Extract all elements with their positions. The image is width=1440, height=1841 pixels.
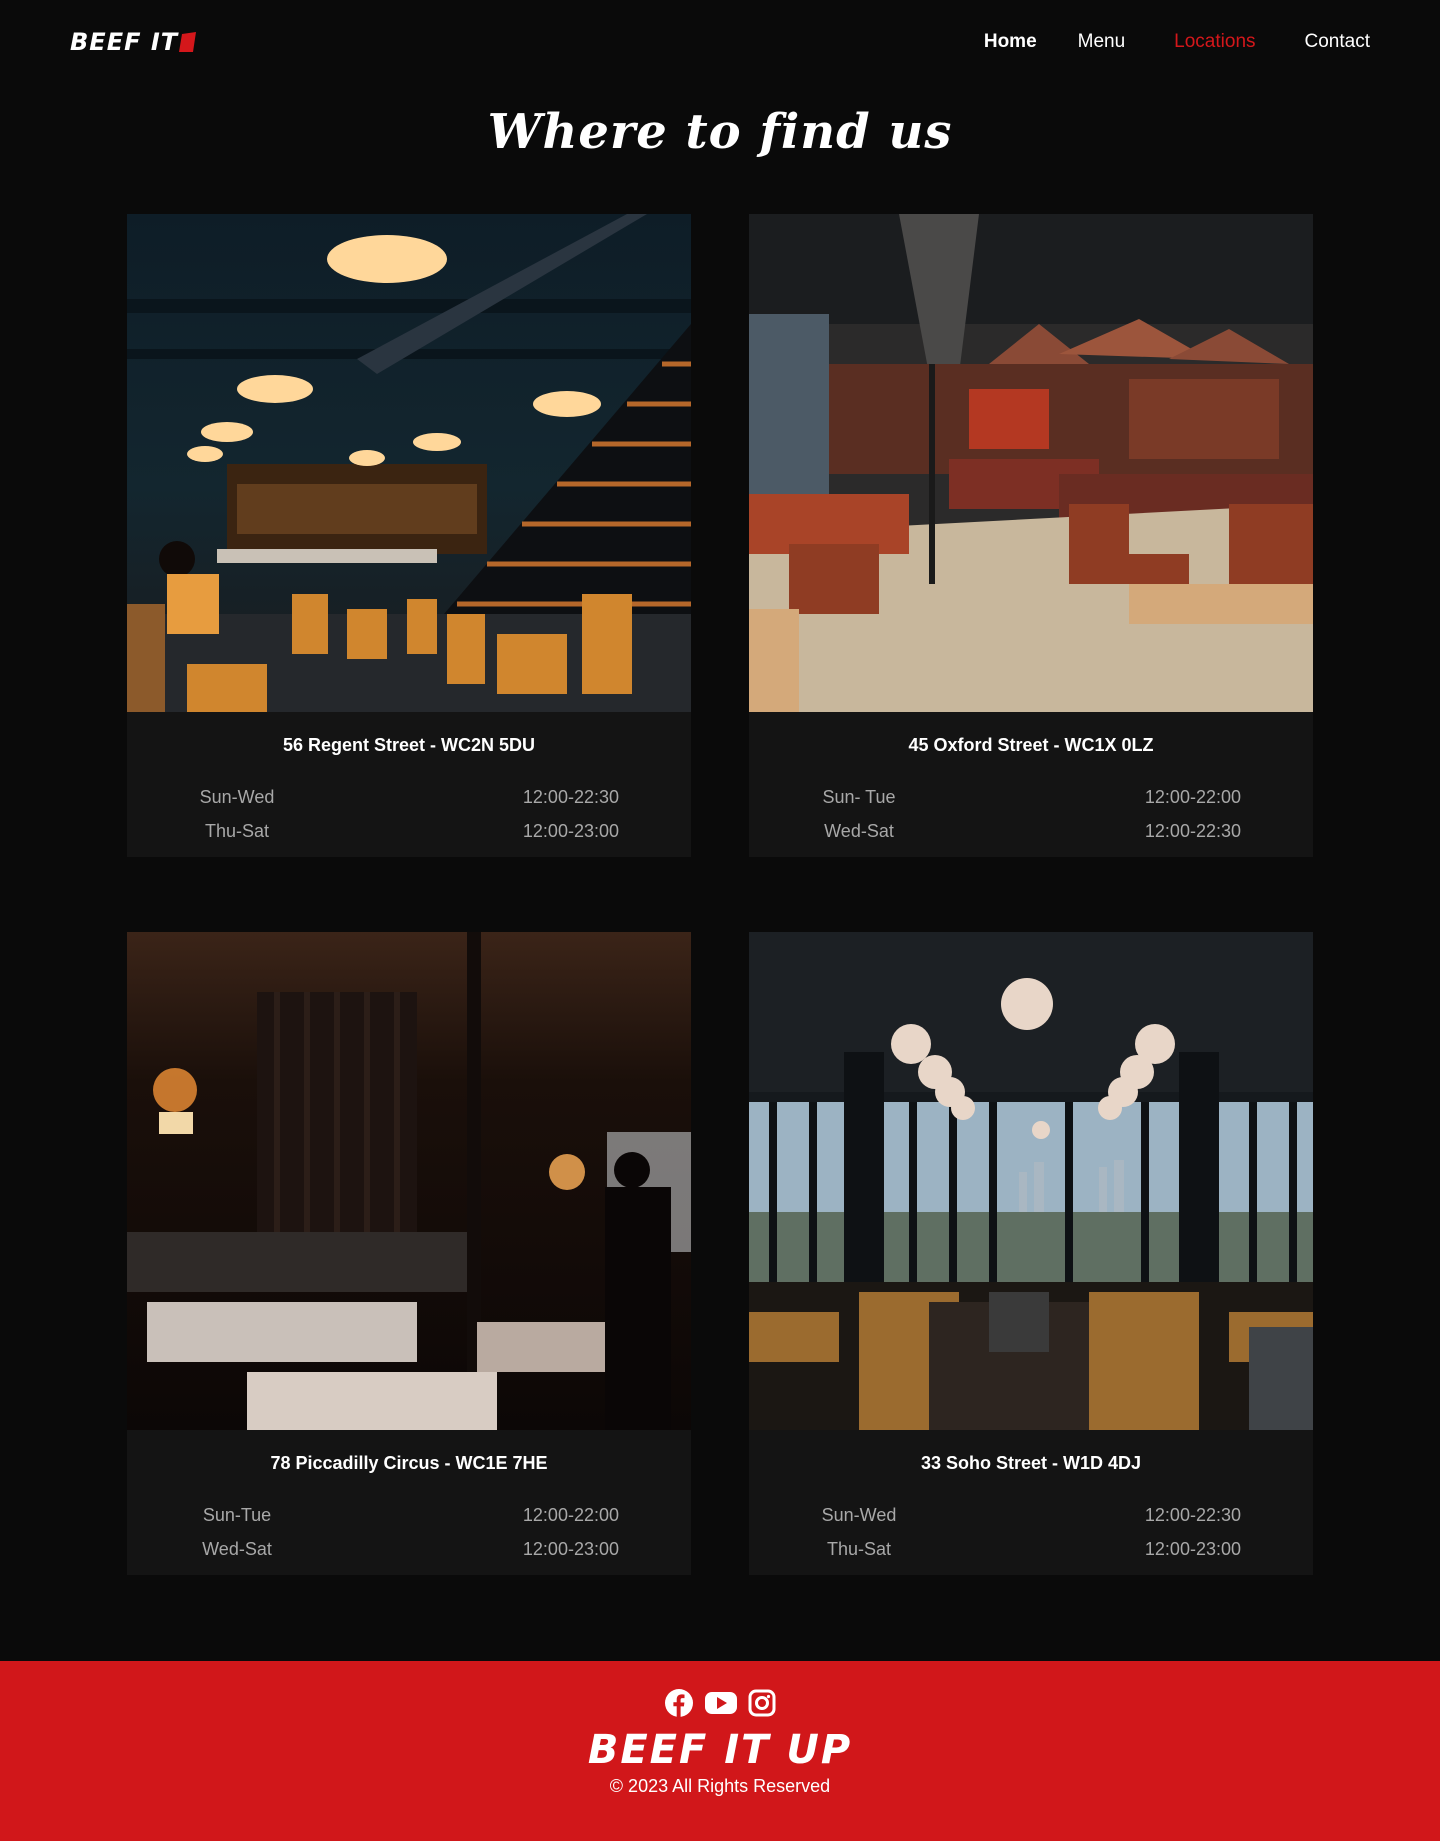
location-photo	[749, 932, 1313, 1430]
hours-time: 12:00-22:30	[1144, 820, 1241, 841]
hours-row: Sun-Wed 12:00-22:30	[749, 1498, 1313, 1532]
hours-time: 12:00-22:00	[1144, 786, 1241, 807]
hours-time: 12:00-23:00	[522, 1538, 619, 1559]
facebook-icon[interactable]	[664, 1688, 694, 1718]
hours-days: Sun-Wed	[821, 1504, 897, 1525]
hours-days: Thu-Sat	[826, 1538, 892, 1559]
logo-flag-icon	[179, 31, 199, 53]
hours-row: Sun- Tue 12:00-22:00	[749, 780, 1313, 814]
hours-row: Sun-Wed 12:00-22:30	[127, 780, 691, 814]
hours-days: Sun-Wed	[199, 786, 275, 807]
hours-time: 12:00-22:30	[1144, 1504, 1241, 1525]
hours-days: Wed-Sat	[202, 1538, 272, 1559]
location-photo	[749, 214, 1313, 712]
opening-hours: Sun-Wed 12:00-22:30 Thu-Sat 12:00-23:00	[127, 780, 691, 848]
opening-hours: Sun-Tue 12:00-22:00 Wed-Sat 12:00-23:00	[127, 1498, 691, 1566]
location-address: 56 Regent Street - WC2N 5DU	[282, 735, 536, 755]
opening-hours: Sun- Tue 12:00-22:00 Wed-Sat 12:00-22:30	[749, 780, 1313, 848]
location-card: 45 Oxford Street - WC1X 0LZ Sun- Tue 12:…	[749, 214, 1313, 857]
hours-time: 12:00-22:30	[522, 786, 619, 807]
location-card: 33 Soho Street - W1D 4DJ Sun-Wed 12:00-2…	[749, 932, 1313, 1575]
nav-link-contact[interactable]: Contact	[1305, 31, 1370, 53]
page-title: Where to find us	[487, 104, 953, 160]
location-address: 78 Piccadilly Circus - WC1E 7HE	[270, 1453, 548, 1473]
hours-days: Sun- Tue	[822, 786, 896, 807]
hours-days: Thu-Sat	[204, 820, 270, 841]
site-footer: BEEF IT UP © 2023 All Rights Reserved	[0, 1661, 1440, 1841]
nav-link-home[interactable]: Home	[984, 31, 1037, 53]
hours-days: Sun-Tue	[202, 1504, 272, 1525]
footer-brand: BEEF IT UP	[587, 1727, 853, 1773]
hours-row: Thu-Sat 12:00-23:00	[127, 814, 691, 848]
location-card: 56 Regent Street - WC2N 5DU Sun-Wed 12:0…	[127, 214, 691, 857]
nav-link-locations[interactable]: Locations	[1174, 31, 1255, 53]
location-address: 45 Oxford Street - WC1X 0LZ	[908, 735, 1154, 755]
hours-row: Sun-Tue 12:00-22:00	[127, 1498, 691, 1532]
location-photo	[127, 932, 691, 1430]
opening-hours: Sun-Wed 12:00-22:30 Thu-Sat 12:00-23:00	[749, 1498, 1313, 1566]
hours-time: 12:00-22:00	[522, 1504, 619, 1525]
site-header: BEEF IT Home Menu Locations Contact	[0, 0, 1440, 84]
main-nav: Home Menu Locations Contact	[984, 31, 1370, 53]
location-address: 33 Soho Street - W1D 4DJ	[920, 1453, 1142, 1473]
hours-time: 12:00-23:00	[1144, 1538, 1241, 1559]
logo-text: BEEF IT	[70, 28, 179, 56]
hours-row: Wed-Sat 12:00-22:30	[749, 814, 1313, 848]
hours-row: Thu-Sat 12:00-23:00	[749, 1532, 1313, 1566]
logo[interactable]: BEEF IT	[70, 28, 199, 56]
location-photo	[127, 214, 691, 712]
nav-link-menu[interactable]: Menu	[1078, 31, 1126, 53]
social-links	[664, 1688, 776, 1718]
hours-days: Wed-Sat	[824, 820, 894, 841]
location-card: 78 Piccadilly Circus - WC1E 7HE Sun-Tue …	[127, 932, 691, 1575]
hours-row: Wed-Sat 12:00-23:00	[127, 1532, 691, 1566]
instagram-icon[interactable]	[748, 1688, 776, 1718]
copyright: © 2023 All Rights Reserved	[609, 1776, 831, 1796]
hours-time: 12:00-23:00	[522, 820, 619, 841]
youtube-icon[interactable]	[704, 1688, 738, 1718]
